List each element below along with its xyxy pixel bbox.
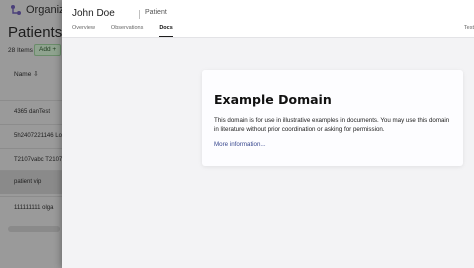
- table-row[interactable]: 4365 danTest: [0, 100, 62, 124]
- organization-logo-icon: [10, 4, 22, 16]
- table-row[interactable]: T2107vabc T2107: [0, 148, 62, 172]
- tab-observations[interactable]: Observations: [111, 25, 143, 37]
- tab-docs[interactable]: Docs: [159, 25, 174, 37]
- embedded-document: Example Domain This domain is for use in…: [202, 70, 463, 166]
- drawer-tabs: Overview Observations Docs: [72, 25, 189, 37]
- header-divider: [139, 10, 140, 19]
- patient-drawer: John Doe Patient Overview Observations D…: [62, 0, 474, 268]
- record-type: Patient: [145, 9, 167, 16]
- document-title: Example Domain: [214, 92, 332, 107]
- document-body: This domain is for use in illustrative e…: [214, 117, 450, 133]
- column-header-name[interactable]: Name ⇩: [14, 70, 39, 78]
- more-information-link[interactable]: More information...: [214, 141, 451, 148]
- add-button[interactable]: Add +: [34, 44, 62, 56]
- page-title: Patients: [8, 24, 63, 41]
- drawer-header: John Doe Patient Overview Observations D…: [62, 0, 474, 38]
- tab-test[interactable]: Test: [464, 25, 474, 31]
- patient-name: John Doe: [72, 8, 115, 19]
- tab-overview[interactable]: Overview: [72, 25, 95, 37]
- table-row-selected[interactable]: patient vip: [0, 170, 62, 194]
- item-count: 28 Items: [8, 47, 33, 54]
- table-row[interactable]: 111111111 olga: [0, 196, 62, 220]
- horizontal-scrollbar[interactable]: [8, 226, 60, 232]
- table-row[interactable]: 5h2407221146 Lo: [0, 124, 62, 148]
